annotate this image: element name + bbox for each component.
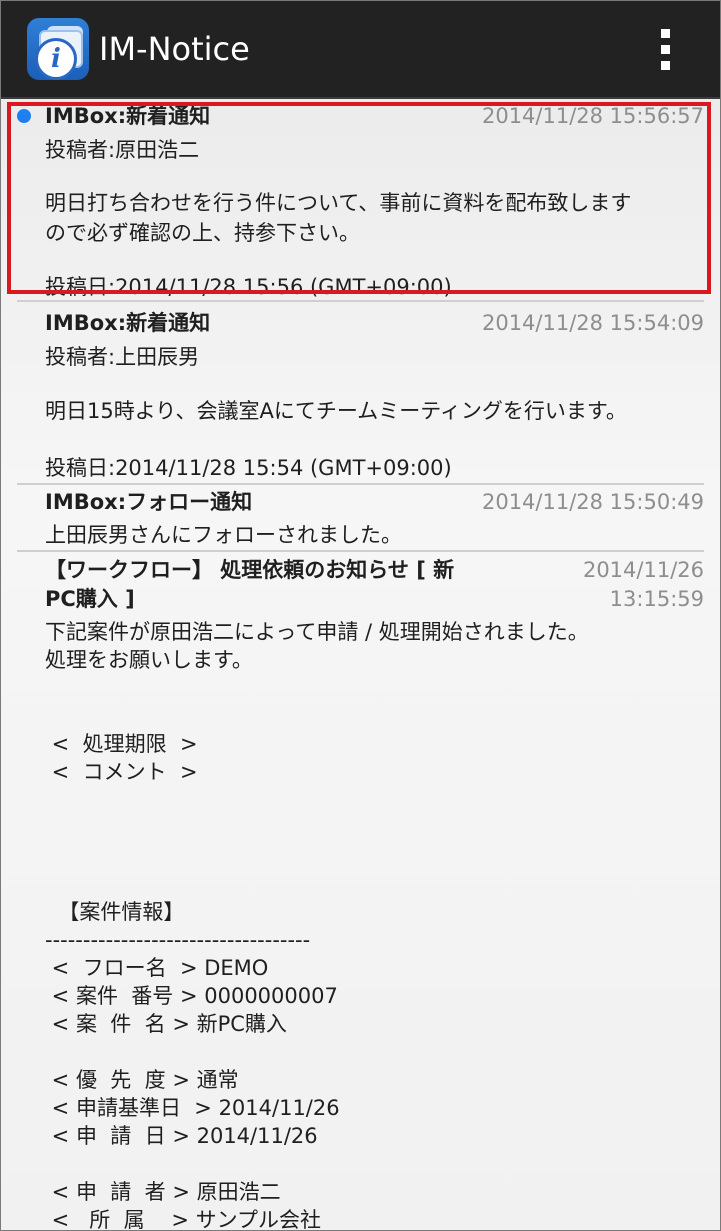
notice-poster: 投稿者:上田辰男 <box>45 345 200 369</box>
notice-posted-date: 投稿日:2014/11/28 15:54 (GMT+09:00) <box>45 456 452 480</box>
app-logo-icon[interactable]: i <box>27 18 89 80</box>
selected-notice-highlight <box>7 102 711 294</box>
notice-body-line: 明日15時より、会議室Aにてチームミーティングを行います。 <box>45 399 627 423</box>
notice-subject: 【ワークフロー】 処理依頼のお知らせ [ 新 <box>45 558 455 582</box>
notice-item[interactable]: IMBox:新着通知 2014/11/28 15:54:09 投稿者:上田辰男 … <box>1 308 720 483</box>
notice-item[interactable]: 【ワークフロー】 処理依頼のお知らせ [ 新 PC購入 ] 2014/11/26… <box>1 555 720 1231</box>
notice-body-line: 上田辰男さんにフォローされました。 <box>45 523 402 547</box>
notice-subject: IMBox:フォロー通知 <box>45 490 253 514</box>
divider <box>17 300 704 302</box>
notice-body-line: 処理をお願いします。 <box>45 648 253 672</box>
notice-body-line: < 案件 番号 > 0000000007 <box>45 984 338 1008</box>
notice-body-line: < 所 属 > サンプル会社 <box>45 1208 321 1231</box>
notice-subject: PC購入 ] <box>45 587 135 611</box>
notice-body-line: < 申請基準日 > 2014/11/26 <box>45 1096 340 1120</box>
app-title: IM-Notice <box>99 30 250 68</box>
info-bubble-icon: i <box>35 38 77 80</box>
notice-body-line: < 案 件 名 > 新PC購入 <box>45 1012 287 1036</box>
notice-body-line: < 処理期限 > <box>45 732 198 756</box>
notice-body-line: 【案件情報】 <box>45 900 185 924</box>
notice-item[interactable]: IMBox:フォロー通知 2014/11/28 15:50:49 上田辰男さんに… <box>1 487 720 549</box>
notice-body-line: < 優 先 度 > 通常 <box>45 1068 239 1092</box>
notice-body-line: < コメント > <box>45 760 198 784</box>
screen: i IM-Notice IMBox:新着通知 2014/11/28 15:56:… <box>0 0 721 1231</box>
notice-time: 13:15:59 <box>609 587 704 611</box>
divider <box>17 550 704 552</box>
action-bar: i IM-Notice <box>1 1 720 99</box>
notice-date: 2014/11/28 15:54:09 <box>481 311 704 335</box>
notice-body-line: < 申 請 日 > 2014/11/26 <box>45 1124 318 1148</box>
overflow-menu-icon[interactable] <box>653 27 679 73</box>
notice-body-line: < フロー名 > DEMO <box>45 956 269 980</box>
notice-subject: IMBox:新着通知 <box>45 311 211 335</box>
notice-body-line: 下記案件が原田浩二によって申請 / 処理開始されました。 <box>45 620 589 644</box>
notice-date: 2014/11/28 15:50:49 <box>481 490 704 514</box>
notice-body-line: ----------------------------------- <box>45 928 311 952</box>
notice-date: 2014/11/26 <box>582 558 704 582</box>
divider <box>17 483 704 485</box>
notice-body-line: < 申 請 者 > 原田浩二 <box>45 1180 281 1204</box>
